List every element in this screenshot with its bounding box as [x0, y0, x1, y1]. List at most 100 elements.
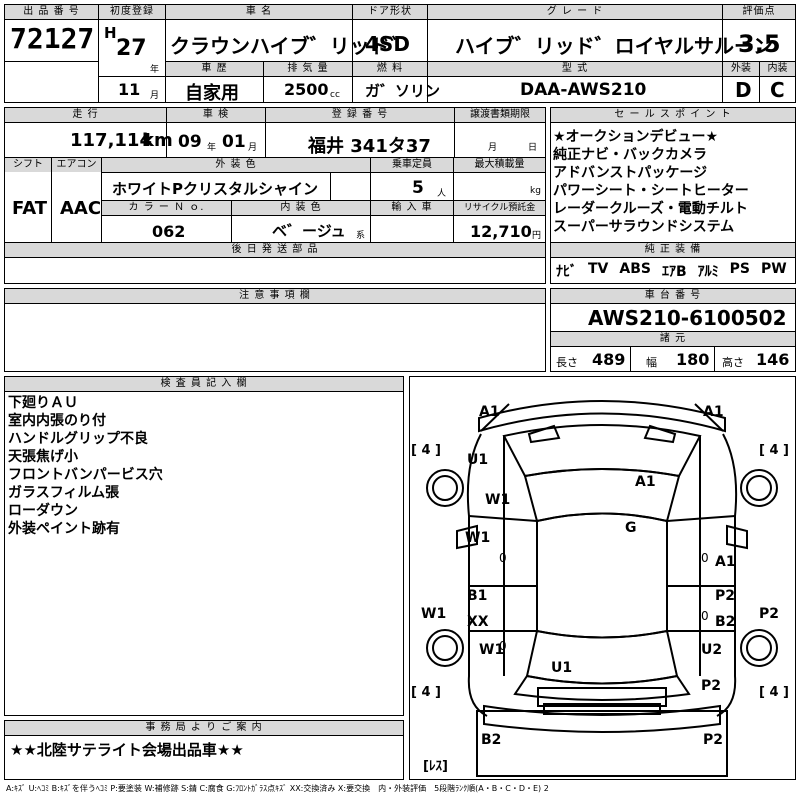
- color-no-label: カ ラ ー Ｎ ｏ.: [102, 201, 231, 215]
- transfer-month-unit: 月: [488, 143, 498, 153]
- grade: ハイブ゛リッド゛ロイヤルサルーン: [455, 34, 773, 58]
- office-label: 事 務 局 よ り ご 案 内: [5, 721, 403, 735]
- equipment-item: TV: [588, 261, 609, 277]
- displacement-unit: cc: [330, 90, 340, 100]
- damage-mark: B2: [715, 614, 735, 630]
- ext-color-label: 外 装 色: [102, 158, 370, 172]
- displacement: 2500: [284, 80, 329, 99]
- inspector-label: 検 査 員 記 入 欄: [5, 377, 403, 391]
- spare-tire-label: [ﾚｽ]: [423, 759, 448, 774]
- grade-label: グ レ ー ド: [428, 5, 722, 19]
- capacity: 5: [412, 178, 424, 198]
- width: 180: [676, 350, 710, 369]
- damage-mark: A1: [703, 404, 724, 420]
- damage-mark: XX: [467, 614, 489, 630]
- recycle-fee: 12,710: [470, 222, 532, 241]
- equipment-item: ﾅﾋﾞ: [556, 264, 577, 280]
- history-label: 車 歴: [166, 62, 263, 76]
- equipment-label: 純 正 装 備: [551, 243, 795, 257]
- score-label: 評価点: [723, 5, 795, 19]
- damage-mark: P2: [703, 732, 723, 748]
- damage-mark: A1: [479, 404, 500, 420]
- sales-point: レーダークルーズ・電動チルト: [553, 201, 748, 217]
- model-label: 型 式: [428, 62, 722, 76]
- damage-mark: W1: [465, 530, 490, 546]
- chassis-label: 車 台 番 号: [551, 289, 795, 303]
- equipment-item: ｱﾙﾐ: [697, 264, 719, 280]
- zero-mark: 0: [701, 609, 709, 623]
- inspection-month: 01: [222, 132, 246, 152]
- fuel: ガ゛ソリン: [365, 82, 441, 100]
- later-parts-label: 後 日 発 送 部 品: [5, 243, 545, 257]
- color-no: 062: [152, 222, 186, 241]
- damage-mark: P2: [715, 588, 735, 604]
- model-code: DAA-AWS210: [520, 80, 647, 100]
- shift: FAT: [12, 198, 48, 219]
- mileage-label: 走 行: [5, 108, 166, 122]
- notes-label: 注 意 事 項 欄: [5, 289, 545, 303]
- era: H: [104, 24, 117, 42]
- damage-mark: P2: [759, 606, 779, 622]
- lot-no-label: 出 品 番 号: [5, 5, 98, 19]
- tire-depth-label: [ 4 ]: [759, 685, 789, 700]
- inspector-line: 天張焦げ小: [8, 449, 78, 465]
- damage-mark: P2: [701, 678, 721, 694]
- sales-point: スーパーサラウンドシステム: [553, 219, 735, 235]
- sales-point: パワーシート・シートヒーター: [553, 183, 749, 199]
- displacement-label: 排 気 量: [264, 62, 352, 76]
- max-load-unit: kg: [530, 186, 541, 196]
- transfer-label: 譲渡書類期限: [455, 108, 545, 122]
- import-label: 輸 入 車: [371, 201, 453, 215]
- damage-mark: A1: [715, 554, 736, 570]
- first-reg-label: 初度登録: [99, 5, 165, 19]
- height-label: 高さ: [722, 356, 744, 369]
- tire-depth-label: [ 4 ]: [411, 685, 441, 700]
- equipment-item: ｴｱB: [661, 264, 687, 280]
- tire-depth-label: [ 4 ]: [411, 443, 441, 458]
- recycle-unit: 円: [532, 231, 542, 241]
- inspector-line: 下廻りＡＵ: [8, 395, 78, 411]
- damage-mark: G: [625, 520, 637, 536]
- inspector-line: ローダウン: [8, 503, 78, 519]
- car-name-label: 車 名: [166, 5, 352, 19]
- equipment-list: ﾅﾋﾞ TV ABS ｴｱB ｱﾙﾐ PS PW: [556, 261, 787, 281]
- recycle-label: リサイクル預託金: [454, 201, 545, 215]
- inspector-line: ハンドルグリップ不良: [8, 431, 148, 447]
- sales-point: アドバンストパッケージ: [553, 165, 708, 181]
- max-load-label: 最大積載量: [454, 158, 545, 172]
- office-message: ★★北陸サテライト会場出品車★★: [10, 741, 244, 759]
- int-color-label: 内 装 色: [232, 201, 370, 215]
- int-color: ベ゛ージュ: [272, 222, 346, 240]
- int-color-suffix: 系: [356, 231, 366, 241]
- year-unit: 年: [150, 65, 160, 75]
- length-label: 長さ: [556, 356, 578, 369]
- length: 489: [592, 350, 626, 369]
- tire-depth-label: [ 4 ]: [759, 443, 789, 458]
- inspection-label: 車 検: [167, 108, 265, 122]
- damage-mark: W1: [485, 492, 510, 508]
- zero-mark: 0: [499, 551, 507, 565]
- month-unit: 月: [150, 91, 160, 101]
- first-reg-year: 27: [116, 36, 147, 61]
- sales-points-label: セ ー ル ス ポ イ ン ト: [551, 108, 795, 122]
- inspector-notes: 下廻りＡＵ 室内内張のり付 ハンドルグリップ不良 天張焦げ小 フロントバンパービ…: [8, 394, 163, 538]
- fuel-label: 燃 料: [353, 62, 427, 76]
- history: 自家用: [185, 83, 239, 104]
- damage-mark: B2: [481, 732, 501, 748]
- mileage: 117,114: [70, 130, 152, 151]
- damage-mark: U1: [551, 660, 572, 676]
- lot-number: 72127: [10, 22, 95, 55]
- inspection-year: 09: [178, 132, 202, 152]
- score: 3.5: [738, 30, 781, 58]
- damage-mark: W1: [421, 606, 446, 622]
- insp-year-unit: 年: [207, 143, 217, 153]
- inspector-line: フロントバンパービス穴: [8, 467, 163, 483]
- height: 146: [756, 350, 790, 369]
- zero-mark: 0: [701, 551, 709, 565]
- sales-points-list: ★オークションデビュー★ 純正ナビ・バックカメラ アドバンストパッケージ パワー…: [553, 128, 749, 236]
- interior-label: 内装: [760, 62, 795, 76]
- exterior-grade: D: [735, 78, 752, 102]
- door-type: 4SD: [365, 32, 410, 56]
- zero-mark: 0: [499, 639, 507, 653]
- damage-mark: U2: [701, 642, 722, 658]
